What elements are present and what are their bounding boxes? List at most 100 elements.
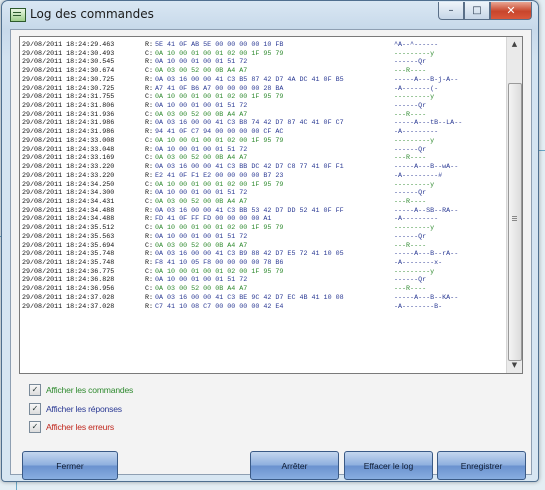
log-line[interactable]: 29/08/2011 18:24:31.986 R: 0A 03 16 00 00 … xyxy=(22,119,504,128)
log-line[interactable]: 29/08/2011 18:24:30.725 R: A7 41 0F B6 A7 … xyxy=(22,85,504,94)
log-hex-bytes: 0A 10 00 01 00 01 02 00 1F 95 79 xyxy=(155,136,284,145)
log-direction: R: xyxy=(145,119,154,128)
log-direction: R: xyxy=(145,145,154,154)
checkbox-check-icon[interactable]: ✓ xyxy=(29,403,41,415)
log-line[interactable]: 29/08/2011 18:24:33.220 R: E2 41 0F F1 E2 … xyxy=(22,172,504,181)
log-line[interactable]: 29/08/2011 18:24:34.488 R: 0A 03 16 00 00 … xyxy=(22,207,504,216)
log-direction: C: xyxy=(145,154,154,163)
log-ascii: ------Qr xyxy=(394,58,427,67)
log-line[interactable]: 29/08/2011 18:24:31.806 R: 0A 10 00 01 00 … xyxy=(22,102,504,111)
log-line[interactable]: 29/08/2011 18:24:33.220 R: 0A 03 16 00 00 … xyxy=(22,163,504,172)
minimize-button[interactable]: – xyxy=(438,2,464,20)
log-direction: C: xyxy=(145,136,154,145)
log-line[interactable]: 29/08/2011 18:24:36.956 C: 0A 03 00 52 00 … xyxy=(22,285,504,294)
scroll-up-arrow-icon[interactable]: ▲ xyxy=(507,37,522,52)
log-timestamp: 29/08/2011 18:24:34.250 xyxy=(22,180,115,189)
log-timestamp: 29/08/2011 18:24:31.755 xyxy=(22,93,115,102)
scroll-down-arrow-icon[interactable]: ▼ xyxy=(507,358,522,373)
log-line[interactable]: 29/08/2011 18:24:34.300 R: 0A 10 00 01 00 … xyxy=(22,189,504,198)
log-line[interactable]: 29/08/2011 18:24:34.488 R: FD 41 0F FF FD … xyxy=(22,215,504,224)
close-log-button[interactable]: Fermer xyxy=(22,451,118,480)
log-direction: R: xyxy=(145,171,154,180)
log-direction: C: xyxy=(145,224,154,233)
log-hex-bytes: 0A 03 00 52 00 0B A4 A7 xyxy=(155,67,248,76)
log-direction: C: xyxy=(145,180,154,189)
show-responses-checkbox[interactable]: ✓ Afficher les réponses xyxy=(29,402,122,416)
log-direction: R: xyxy=(145,84,154,93)
title-bar[interactable]: Log des commandes – □ ✕ xyxy=(2,1,538,29)
log-timestamp: 29/08/2011 18:24:31.806 xyxy=(22,102,115,111)
maximize-button[interactable]: □ xyxy=(464,2,490,20)
window-controls: – □ ✕ xyxy=(438,2,532,20)
log-line[interactable]: 29/08/2011 18:24:31.936 C: 0A 03 00 52 00 … xyxy=(22,111,504,120)
log-timestamp: 29/08/2011 18:24:34.431 xyxy=(22,197,115,206)
log-direction: C: xyxy=(145,110,154,119)
log-hex-bytes: 0A 03 16 00 00 41 C3 BB 53 42 D7 DD 52 4… xyxy=(155,206,344,215)
log-line[interactable]: 29/08/2011 18:24:34.250 C: 0A 10 00 01 00 … xyxy=(22,181,504,190)
log-line[interactable]: 29/08/2011 18:24:35.748 R: 0A 03 16 00 00 … xyxy=(22,250,504,259)
log-timestamp: 29/08/2011 18:24:33.008 xyxy=(22,136,115,145)
log-ascii: ^A--^------ xyxy=(394,41,439,49)
show-errors-checkbox[interactable]: ✓ Afficher les erreurs xyxy=(29,420,114,434)
log-hex-bytes: 94 41 0F C7 94 00 00 00 00 CF AC xyxy=(155,128,284,137)
log-line[interactable]: 29/08/2011 18:24:35.563 R: 0A 10 00 01 00 … xyxy=(22,233,504,242)
save-button[interactable]: Enregistrer xyxy=(437,451,526,480)
log-line[interactable]: 29/08/2011 18:24:30.725 R: 0A 03 16 00 00 … xyxy=(22,76,504,85)
log-ascii: ---R---- xyxy=(394,110,427,119)
log-line[interactable]: 29/08/2011 18:24:37.028 R: C7 41 10 08 C7 … xyxy=(22,303,504,312)
log-line[interactable]: 29/08/2011 18:24:34.431 C: 0A 03 00 52 00 … xyxy=(22,198,504,207)
log-timestamp: 29/08/2011 18:24:37.028 xyxy=(22,293,115,302)
log-line[interactable]: 29/08/2011 18:24:30.545 R: 0A 10 00 01 00 … xyxy=(22,58,504,67)
clear-log-button[interactable]: Effacer le log xyxy=(344,451,433,480)
log-ascii: -----A--SB--RA-- xyxy=(394,206,459,215)
log-ascii: -A--------- xyxy=(394,128,439,137)
log-line[interactable]: 29/08/2011 18:24:33.048 R: 0A 10 00 01 00 … xyxy=(22,146,504,155)
log-hex-bytes: 0A 03 16 00 00 41 C3 B8 74 42 D7 87 4C 4… xyxy=(155,119,344,128)
checkbox-check-icon[interactable]: ✓ xyxy=(29,421,41,433)
log-hex-bytes: 0A 10 00 01 00 01 51 72 xyxy=(155,232,248,241)
log-ascii: -A--------- xyxy=(394,215,439,224)
log-direction: R: xyxy=(145,189,154,198)
log-line[interactable]: 29/08/2011 18:24:33.169 C: 0A 03 00 52 00 … xyxy=(22,154,504,163)
log-line[interactable]: 29/08/2011 18:24:30.493 C: 0A 10 00 01 00 … xyxy=(22,50,504,59)
log-ascii: ---------y xyxy=(394,224,435,233)
log-line[interactable]: 29/08/2011 18:24:35.748 R: F8 41 10 05 F8 … xyxy=(22,259,504,268)
log-vertical-scrollbar[interactable]: ▲ ▼ xyxy=(506,37,522,373)
stop-button[interactable]: Arrêter xyxy=(250,451,339,480)
log-hex-bytes: 0A 03 16 00 00 41 C3 B5 87 42 D7 4A DC 4… xyxy=(155,75,344,84)
close-button[interactable]: ✕ xyxy=(490,2,532,20)
log-line[interactable]: 29/08/2011 18:24:35.694 C: 0A 03 00 52 00 … xyxy=(22,242,504,251)
checkbox-check-icon[interactable]: ✓ xyxy=(29,384,41,396)
log-direction: R: xyxy=(145,258,154,267)
log-timestamp: 29/08/2011 18:24:36.775 xyxy=(22,267,115,276)
log-line[interactable]: 29/08/2011 18:24:30.674 C: 0A 03 00 52 00 … xyxy=(22,67,504,76)
window-client-area: 29/08/2011 18:24:29.463 R: 5E 41 0F AB 5E … xyxy=(10,29,532,480)
log-hex-bytes: 0A 03 16 00 00 41 C3 BB DC 42 D7 C8 77 4… xyxy=(155,163,344,172)
log-ascii: -----A---B--KA-- xyxy=(394,293,459,302)
log-timestamp: 29/08/2011 18:24:36.956 xyxy=(22,285,115,294)
log-timestamp: 29/08/2011 18:24:34.488 xyxy=(22,206,115,215)
log-timestamp: 29/08/2011 18:24:33.169 xyxy=(22,154,115,163)
log-line[interactable]: 29/08/2011 18:24:33.008 C: 0A 10 00 01 00 … xyxy=(22,137,504,146)
log-hex-bytes: 0A 03 00 52 00 0B A4 A7 xyxy=(155,285,248,294)
command-log-listbox[interactable]: 29/08/2011 18:24:29.463 R: 5E 41 0F AB 5E … xyxy=(19,36,523,374)
log-ascii: ------Qr xyxy=(394,145,427,154)
show-commands-checkbox[interactable]: ✓ Afficher les commandes xyxy=(29,383,133,397)
show-errors-label: Afficher les erreurs xyxy=(46,422,114,432)
log-ascii: ------Qr xyxy=(394,232,427,241)
log-hex-bytes: 0A 03 00 52 00 0B A4 A7 xyxy=(155,197,248,206)
log-timestamp: 29/08/2011 18:24:31.986 xyxy=(22,128,115,137)
log-line[interactable]: 29/08/2011 18:24:31.755 C: 0A 10 00 01 00 … xyxy=(22,93,504,102)
log-line[interactable]: 29/08/2011 18:24:36.775 C: 0A 10 00 01 00 … xyxy=(22,268,504,277)
log-line[interactable]: 29/08/2011 18:24:36.828 R: 0A 10 00 01 00 … xyxy=(22,276,504,285)
log-line[interactable]: 29/08/2011 18:24:31.986 R: 94 41 0F C7 94 … xyxy=(22,128,504,137)
log-line[interactable]: 29/08/2011 18:24:35.512 C: 0A 10 00 01 00 … xyxy=(22,224,504,233)
log-line[interactable]: 29/08/2011 18:24:37.028 R: 0A 03 16 00 00 … xyxy=(22,294,504,303)
log-timestamp: 29/08/2011 18:24:30.674 xyxy=(22,67,115,76)
log-direction: R: xyxy=(145,75,154,84)
log-timestamp: 29/08/2011 18:24:30.493 xyxy=(22,49,115,58)
log-hex-bytes: 0A 03 16 00 00 41 C3 B9 88 42 D7 E5 72 4… xyxy=(155,250,344,259)
log-line[interactable]: 29/08/2011 18:24:29.463 R: 5E 41 0F AB 5E … xyxy=(22,41,504,50)
log-hex-bytes: C7 41 10 08 C7 00 00 00 00 42 E4 xyxy=(155,302,284,311)
scroll-thumb[interactable] xyxy=(508,83,522,361)
